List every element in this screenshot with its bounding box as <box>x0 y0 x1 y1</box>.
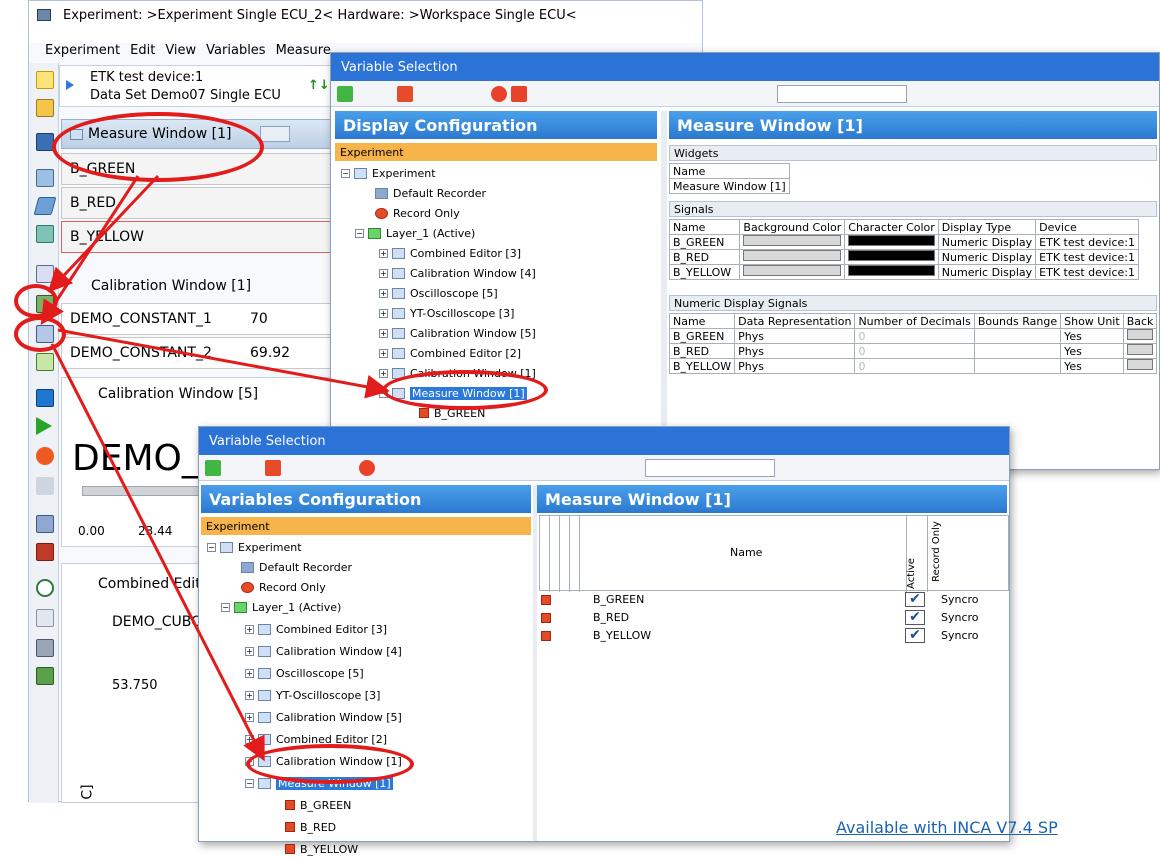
arrow-to-icon-2 <box>40 175 140 326</box>
tree-signal[interactable]: B_YELLOW <box>285 841 358 857</box>
annotation-arrows <box>40 174 390 762</box>
arrow-to-vs2-tree <box>50 343 265 762</box>
arrow-to-icon-1 <box>47 174 160 293</box>
tree-label: B_YELLOW <box>300 842 359 856</box>
footer-link[interactable]: Available with INCA V7.4 SP <box>836 818 1058 837</box>
arrow-to-vs1-tree <box>57 328 390 399</box>
